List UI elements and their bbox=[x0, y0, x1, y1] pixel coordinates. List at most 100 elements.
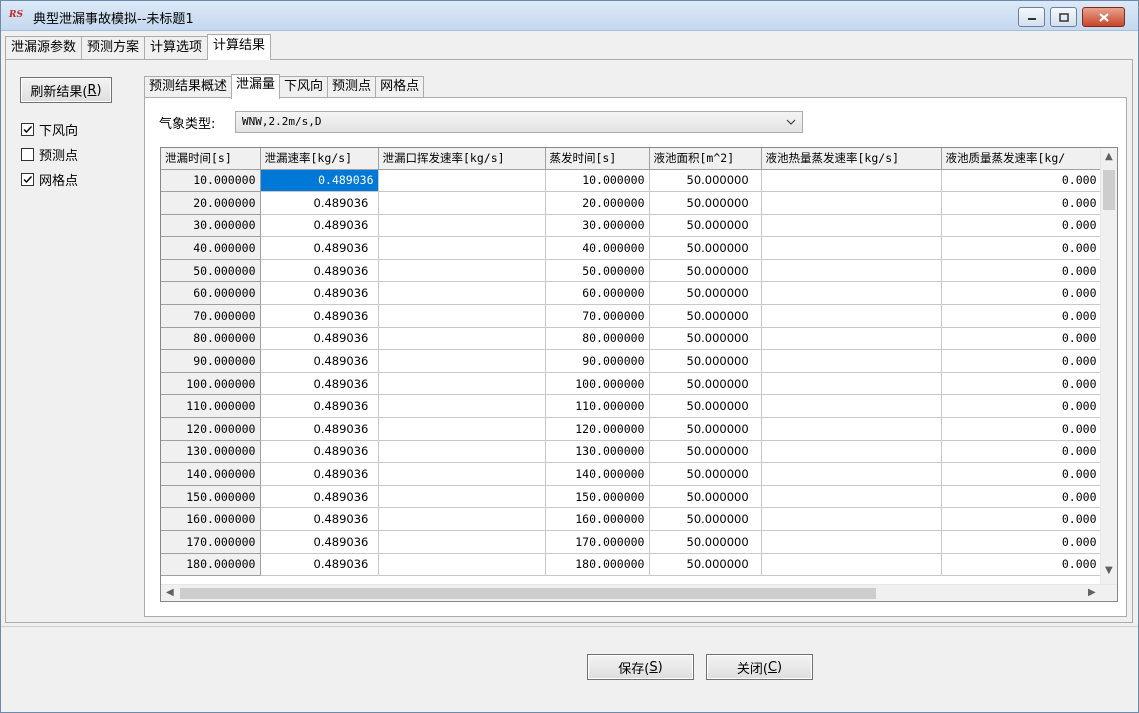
table-cell[interactable] bbox=[761, 281, 942, 306]
table-cell[interactable]: 0.000 bbox=[941, 372, 1102, 396]
checkbox-row-2[interactable]: 网格点 bbox=[21, 170, 78, 189]
save-button[interactable]: 保存(S) bbox=[587, 654, 694, 680]
table-cell[interactable]: 0.000 bbox=[941, 327, 1102, 351]
table-cell[interactable]: 50.000000 bbox=[649, 485, 762, 509]
table-cell[interactable]: 20.000000 bbox=[545, 191, 650, 215]
tab-result-1[interactable]: 泄漏量 bbox=[231, 74, 281, 99]
row-header-cell[interactable]: 130.000000 bbox=[161, 440, 261, 464]
table-cell[interactable]: 50.000000 bbox=[649, 191, 762, 215]
table-cell[interactable]: 0.000 bbox=[941, 394, 1102, 419]
table-cell[interactable] bbox=[761, 417, 942, 441]
table-cell[interactable]: 70.000000 bbox=[545, 304, 650, 328]
tab-main-3[interactable]: 计算结果 bbox=[207, 34, 272, 60]
table-row[interactable]: 80.000000 0.489036 80.000000 50.000000 0.000 bbox=[161, 327, 1102, 351]
table-row[interactable]: 60.000000 0.489036 60.000000 50.000000 0.000 bbox=[161, 281, 1102, 306]
tab-main-1[interactable]: 预测方案 bbox=[81, 36, 146, 60]
table-cell[interactable]: 0.489036 bbox=[260, 169, 379, 193]
row-header-cell[interactable]: 90.000000 bbox=[161, 349, 261, 373]
column-header[interactable]: 泄漏口挥发速率[kg/s] bbox=[378, 148, 546, 170]
table-cell[interactable]: 0.489036 bbox=[260, 327, 379, 351]
table-cell[interactable]: 50.000000 bbox=[649, 530, 762, 554]
row-header-cell[interactable]: 70.000000 bbox=[161, 304, 261, 328]
table-cell[interactable] bbox=[378, 553, 546, 577]
table-cell[interactable] bbox=[378, 485, 546, 509]
row-header-cell[interactable]: 80.000000 bbox=[161, 327, 261, 351]
table-cell[interactable] bbox=[378, 507, 546, 531]
leak-results-grid[interactable]: 泄漏时间[s] 泄漏速率[kg/s] 泄漏口挥发速率[kg/s] 蒸发时间[s] 液池面… bbox=[160, 147, 1118, 602]
table-cell[interactable]: 140.000000 bbox=[545, 462, 650, 486]
horizontal-scrollbar[interactable]: ◀ ▶ bbox=[161, 584, 1117, 601]
table-cell[interactable]: 0.000 bbox=[941, 259, 1102, 283]
table-cell[interactable] bbox=[378, 372, 546, 396]
table-cell[interactable] bbox=[761, 462, 942, 486]
table-row[interactable]: 50.000000 0.489036 50.000000 50.000000 0.000 bbox=[161, 259, 1102, 283]
table-cell[interactable]: 0.000 bbox=[941, 236, 1102, 260]
scroll-right-icon[interactable]: ▶ bbox=[1088, 587, 1096, 598]
table-cell[interactable]: 0.489036 bbox=[260, 281, 379, 306]
row-header-cell[interactable]: 170.000000 bbox=[161, 530, 261, 554]
table-cell[interactable]: 0.000 bbox=[941, 191, 1102, 215]
table-cell[interactable] bbox=[378, 214, 546, 238]
table-row[interactable]: 90.000000 0.489036 90.000000 50.000000 0.000 bbox=[161, 349, 1102, 373]
table-cell[interactable] bbox=[761, 394, 942, 419]
table-cell[interactable]: 0.489036 bbox=[260, 304, 379, 328]
tab-main-0[interactable]: 泄漏源参数 bbox=[5, 36, 83, 60]
row-header-cell[interactable]: 120.000000 bbox=[161, 417, 261, 441]
table-cell[interactable]: 100.000000 bbox=[545, 372, 650, 396]
horizontal-scroll-thumb[interactable] bbox=[180, 588, 876, 599]
table-cell[interactable]: 50.000000 bbox=[649, 236, 762, 260]
row-header-cell[interactable]: 140.000000 bbox=[161, 462, 261, 486]
table-cell[interactable] bbox=[378, 191, 546, 215]
table-cell[interactable]: 50.000000 bbox=[649, 259, 762, 283]
table-cell[interactable]: 50.000000 bbox=[649, 327, 762, 351]
table-row[interactable]: 40.000000 0.489036 40.000000 50.000000 0.000 bbox=[161, 236, 1102, 260]
table-cell[interactable]: 30.000000 bbox=[545, 214, 650, 238]
table-cell[interactable]: 0.489036 bbox=[260, 507, 379, 531]
table-cell[interactable]: 0.000 bbox=[941, 349, 1102, 373]
column-header[interactable]: 液池质量蒸发速率[kg/ bbox=[941, 148, 1102, 170]
column-header[interactable]: 泄漏速率[kg/s] bbox=[260, 148, 379, 170]
table-cell[interactable] bbox=[761, 553, 942, 577]
table-cell[interactable]: 0.000 bbox=[941, 169, 1102, 193]
table-row[interactable]: 10.000000 0.489036 10.000000 50.000000 0.000 bbox=[161, 169, 1102, 193]
table-cell[interactable]: 60.000000 bbox=[545, 281, 650, 306]
table-cell[interactable] bbox=[378, 417, 546, 441]
table-cell[interactable]: 50.000000 bbox=[649, 462, 762, 486]
table-cell[interactable] bbox=[761, 191, 942, 215]
minimize-button[interactable] bbox=[1018, 7, 1045, 27]
table-cell[interactable] bbox=[761, 236, 942, 260]
table-cell[interactable]: 110.000000 bbox=[545, 394, 650, 419]
table-cell[interactable] bbox=[761, 485, 942, 509]
table-cell[interactable] bbox=[761, 530, 942, 554]
row-header-cell[interactable]: 60.000000 bbox=[161, 281, 261, 306]
table-cell[interactable]: 0.489036 bbox=[260, 440, 379, 464]
table-row[interactable]: 180.000000 0.489036 180.000000 50.000000 0.0… bbox=[161, 553, 1102, 577]
table-cell[interactable]: 170.000000 bbox=[545, 530, 650, 554]
scroll-up-icon[interactable]: ▲ bbox=[1105, 151, 1113, 162]
table-row[interactable]: 160.000000 0.489036 160.000000 50.000000 0.0… bbox=[161, 507, 1102, 531]
table-cell[interactable]: 50.000000 bbox=[649, 281, 762, 306]
table-cell[interactable]: 0.489036 bbox=[260, 349, 379, 373]
maximize-button[interactable] bbox=[1050, 7, 1077, 27]
table-cell[interactable] bbox=[761, 214, 942, 238]
table-row[interactable]: 100.000000 0.489036 100.000000 50.000000 0.0… bbox=[161, 372, 1102, 396]
table-cell[interactable]: 50.000000 bbox=[649, 304, 762, 328]
table-cell[interactable]: 0.000 bbox=[941, 440, 1102, 464]
table-cell[interactable]: 0.489036 bbox=[260, 485, 379, 509]
table-cell[interactable] bbox=[761, 169, 942, 193]
table-cell[interactable]: 0.489036 bbox=[260, 462, 379, 486]
checkbox-checked-icon[interactable] bbox=[21, 122, 34, 136]
column-header[interactable]: 液池面积[m^2] bbox=[649, 148, 762, 170]
table-cell[interactable]: 50.000000 bbox=[649, 440, 762, 464]
row-header-cell[interactable]: 100.000000 bbox=[161, 372, 261, 396]
table-cell[interactable]: 180.000000 bbox=[545, 553, 650, 577]
table-cell[interactable] bbox=[378, 327, 546, 351]
table-row[interactable]: 170.000000 0.489036 170.000000 50.000000 0.0… bbox=[161, 530, 1102, 554]
table-row[interactable]: 70.000000 0.489036 70.000000 50.000000 0.000 bbox=[161, 304, 1102, 328]
row-header-cell[interactable]: 110.000000 bbox=[161, 394, 261, 419]
table-cell[interactable] bbox=[378, 236, 546, 260]
table-cell[interactable] bbox=[761, 259, 942, 283]
table-cell[interactable]: 0.000 bbox=[941, 553, 1102, 577]
table-cell[interactable]: 50.000000 bbox=[649, 372, 762, 396]
table-cell[interactable]: 0.489036 bbox=[260, 236, 379, 260]
